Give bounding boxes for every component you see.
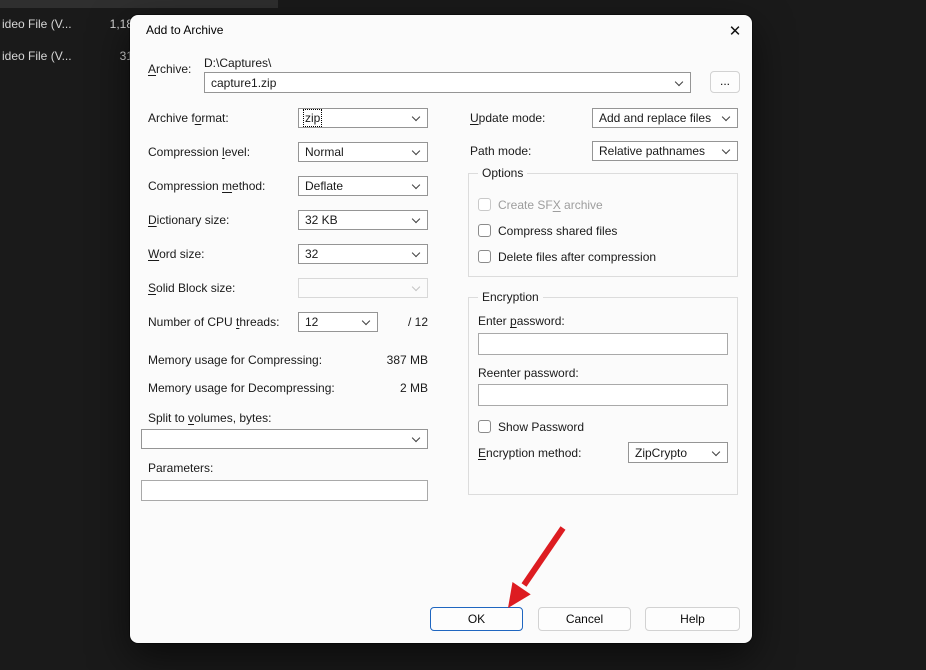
help-button[interactable]: Help	[645, 607, 740, 631]
chevron-down-icon	[712, 448, 720, 456]
reenter-password-label: Reenter password:	[478, 366, 579, 380]
cpu-threads-label: Number of CPU threads:	[148, 315, 279, 329]
memory-decompress-value: 2 MB	[328, 381, 428, 395]
encryption-group-title: Encryption	[478, 290, 543, 304]
delete-after-label: Delete files after compression	[498, 250, 656, 264]
background-window-titlebar	[0, 0, 278, 8]
show-password-label: Show Password	[498, 420, 584, 434]
archive-format-label: Archive format:	[148, 111, 229, 125]
update-mode-label: Update mode:	[470, 111, 545, 125]
memory-compress-value: 387 MB	[328, 353, 428, 367]
chevron-down-icon	[722, 113, 730, 121]
options-group-title: Options	[478, 166, 527, 180]
update-mode-combobox[interactable]: Add and replace files	[592, 108, 738, 128]
compression-method-label: Compression method:	[148, 179, 265, 193]
delete-after-checkbox[interactable]	[478, 250, 491, 263]
chevron-down-icon	[412, 249, 420, 257]
chevron-down-icon	[412, 283, 420, 291]
cancel-button[interactable]: Cancel	[538, 607, 631, 631]
create-sfx-checkbox	[478, 198, 491, 211]
chevron-down-icon	[722, 146, 730, 154]
table-row[interactable]: ideo File (V... 1,18	[0, 17, 134, 33]
split-volumes-combobox[interactable]	[141, 429, 428, 449]
dialog-title: Add to Archive	[146, 23, 223, 37]
chevron-down-icon	[412, 147, 420, 155]
file-size-cell: 1,18	[60, 17, 133, 31]
memory-compress-label: Memory usage for Compressing:	[148, 353, 322, 367]
compress-shared-checkbox[interactable]	[478, 224, 491, 237]
chevron-down-icon	[412, 113, 420, 121]
close-icon[interactable]: ✕	[724, 21, 746, 43]
enter-password-input[interactable]	[478, 333, 728, 355]
add-to-archive-dialog: Add to Archive ✕ Archive: D:\Captures\ c…	[130, 15, 752, 643]
archive-path-text: D:\Captures\	[204, 56, 271, 70]
path-mode-combobox[interactable]: Relative pathnames	[592, 141, 738, 161]
dictionary-size-combobox[interactable]: 32 KB	[298, 210, 428, 230]
archive-format-combobox[interactable]: zip	[298, 108, 428, 128]
split-volumes-label: Split to volumes, bytes:	[148, 411, 271, 425]
word-size-label: Word size:	[148, 247, 204, 261]
archive-label: Archive:	[148, 62, 191, 76]
chevron-down-icon	[675, 78, 683, 86]
create-sfx-label: Create SFX archive	[498, 198, 603, 212]
encryption-method-combobox[interactable]: ZipCrypto	[628, 442, 728, 463]
chevron-down-icon	[412, 181, 420, 189]
dictionary-size-label: Dictionary size:	[148, 213, 229, 227]
parameters-label: Parameters:	[148, 461, 213, 475]
compression-level-label: Compression level:	[148, 145, 250, 159]
compression-level-combobox[interactable]: Normal	[298, 142, 428, 162]
word-size-combobox[interactable]: 32	[298, 244, 428, 264]
path-mode-label: Path mode:	[470, 144, 531, 158]
parameters-input[interactable]	[141, 480, 428, 501]
chevron-down-icon	[412, 215, 420, 223]
file-size-cell: 31	[60, 49, 133, 63]
encryption-method-label: Encryption method:	[478, 446, 581, 460]
browse-button[interactable]: ...	[710, 71, 740, 93]
table-row[interactable]: ideo File (V... 31	[0, 49, 134, 65]
chevron-down-icon	[412, 434, 420, 442]
chevron-down-icon	[362, 317, 370, 325]
archive-name-value: capture1.zip	[211, 76, 276, 90]
archive-name-combobox[interactable]: capture1.zip	[204, 72, 691, 93]
memory-decompress-label: Memory usage for Decompressing:	[148, 381, 335, 395]
screen: ideo File (V... 1,18 ideo File (V... 31 …	[0, 0, 926, 670]
enter-password-label: Enter password:	[478, 314, 565, 328]
compression-method-combobox[interactable]: Deflate	[298, 176, 428, 196]
show-password-checkbox[interactable]	[478, 420, 491, 433]
ok-button[interactable]: OK	[430, 607, 523, 631]
cpu-threads-max: / 12	[380, 315, 428, 329]
compress-shared-label: Compress shared files	[498, 224, 617, 238]
reenter-password-input[interactable]	[478, 384, 728, 406]
solid-block-size-combobox	[298, 278, 428, 298]
solid-block-size-label: Solid Block size:	[148, 281, 235, 295]
cpu-threads-combobox[interactable]: 12	[298, 312, 378, 332]
